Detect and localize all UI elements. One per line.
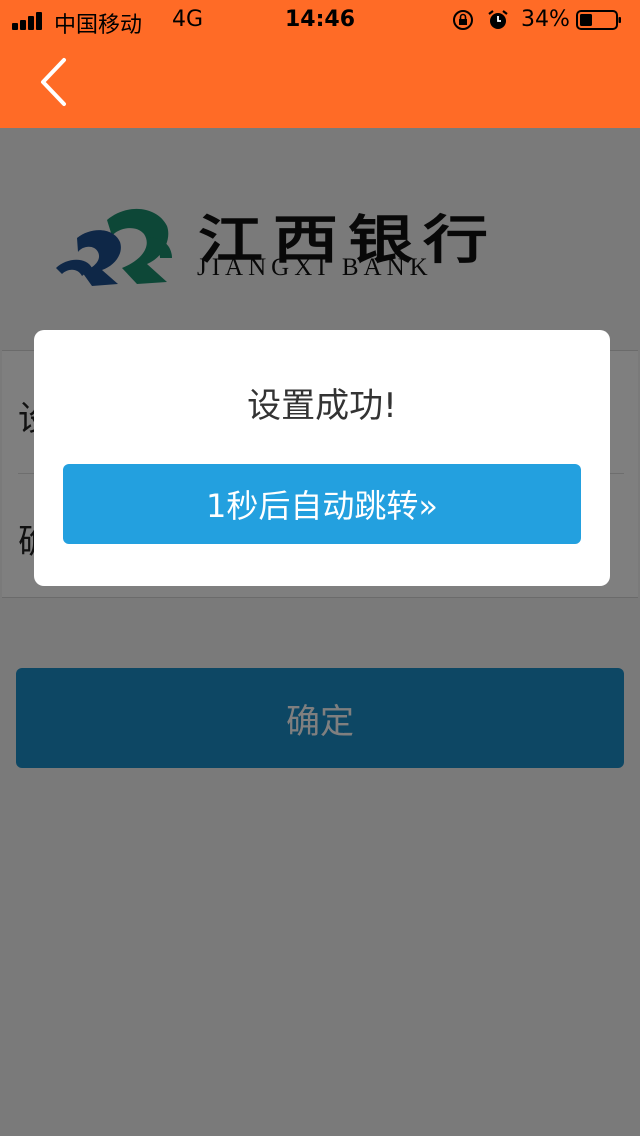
battery-percentage: 34% <box>521 7 570 32</box>
alarm-icon <box>488 10 508 29</box>
auto-redirect-button[interactable]: 1秒后自动跳转» <box>63 464 581 544</box>
back-button[interactable] <box>30 52 80 112</box>
dialog-title: 设置成功! <box>247 386 397 426</box>
app-header: 中国移动 4G 14:46 34% <box>0 0 640 128</box>
battery-icon <box>576 10 621 30</box>
orientation-lock-icon <box>453 10 473 30</box>
success-dialog: 设置成功! 1秒后自动跳转» <box>34 330 610 586</box>
modal-overlay <box>0 128 640 1136</box>
chevron-left-icon <box>41 58 66 106</box>
status-bar: 中国移动 4G 14:46 34% <box>0 0 640 40</box>
